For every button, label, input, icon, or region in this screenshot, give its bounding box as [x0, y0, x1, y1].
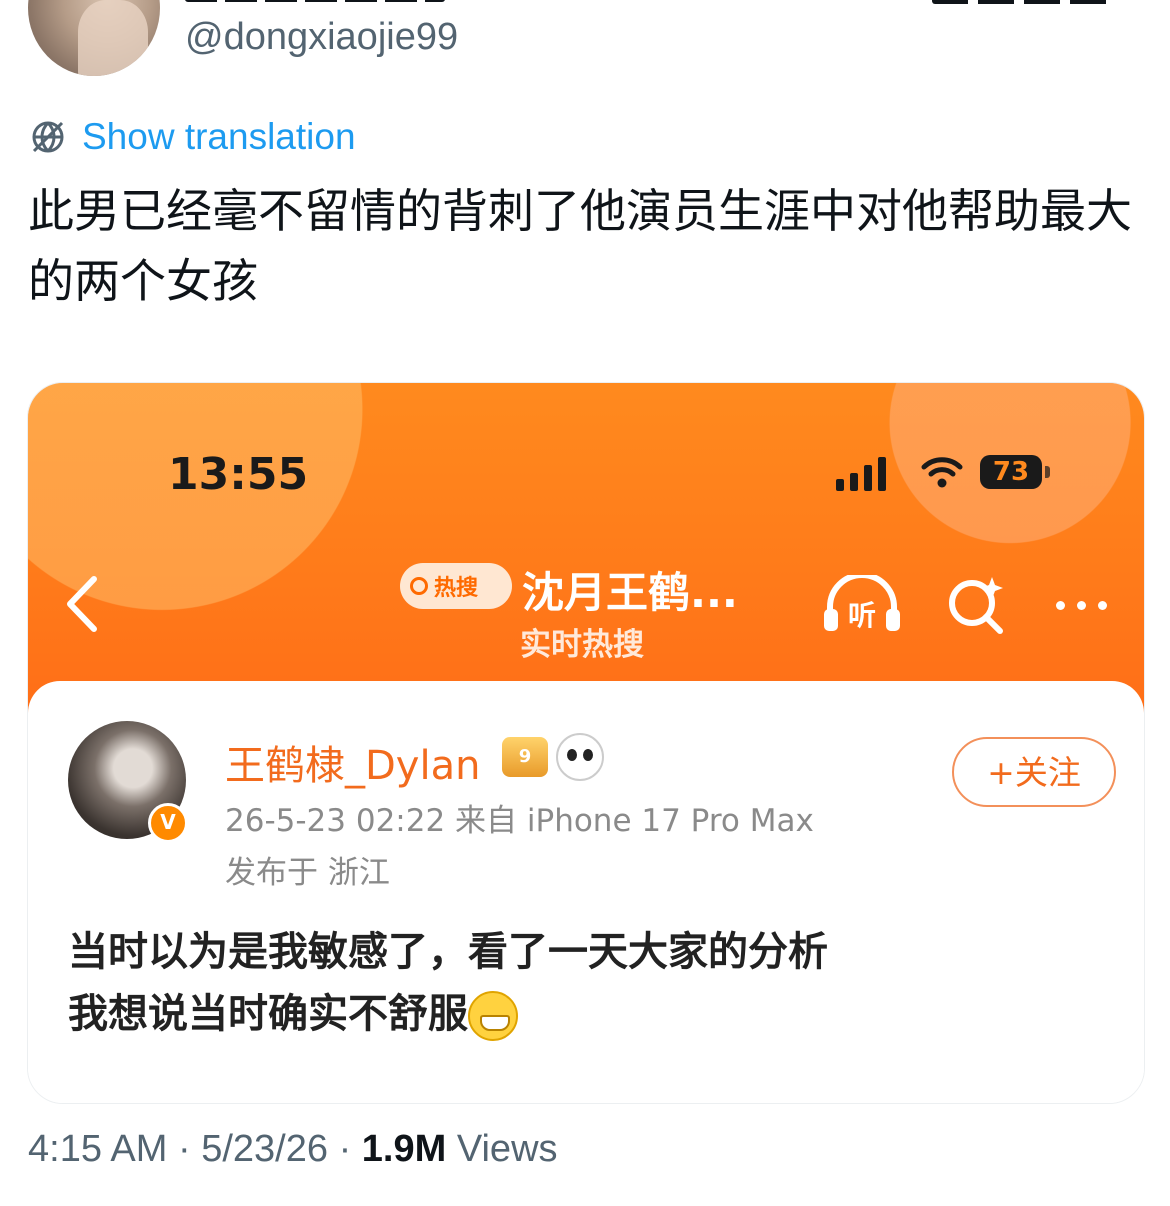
views-count[interactable]: 1.9M	[362, 1128, 446, 1170]
crown-badge-icon: 9	[502, 737, 548, 777]
listen-label: 听	[848, 599, 876, 632]
tweet-media-image[interactable]: 13:55 73 热搜 沈月王鹤... 实时热搜 听 V 王鹤棣_Dylan 9…	[27, 382, 1145, 1104]
post-location: 发布于 浙江	[225, 855, 390, 891]
show-translation-label: Show translation	[82, 116, 356, 157]
battery-indicator: 73	[980, 455, 1050, 489]
back-icon	[67, 576, 97, 632]
translate-icon	[32, 121, 64, 153]
views-label: Views	[456, 1128, 558, 1170]
topic-title: 沈月王鹤...	[522, 568, 738, 617]
separator: ·	[338, 1128, 352, 1170]
show-translation-link[interactable]: Show translation	[28, 116, 356, 158]
post-author-name: 王鹤棣_Dylan	[225, 743, 481, 789]
hot-search-badge-label: 热搜	[434, 576, 479, 601]
panda-badge-icon	[556, 733, 604, 781]
tweet-footer: 4:15 AM · 5/23/26 · 1.9M Views	[28, 1128, 558, 1171]
author-handle[interactable]: @dongxiaojie99	[185, 16, 458, 59]
post-meta: 26-5-23 02:22 来自 iPhone 17 Pro Max	[225, 803, 814, 839]
signal-icon	[836, 457, 886, 491]
tweet-time[interactable]: 4:15 AM	[28, 1128, 167, 1170]
wifi-icon	[921, 457, 963, 488]
grin-emoji-icon	[468, 991, 518, 1041]
post-author-avatar: V	[68, 721, 188, 843]
post-body: 当时以为是我敏感了，看了一天大家的分析 我想说当时确实不舒服	[68, 921, 1028, 1045]
headphones-icon: 听	[824, 575, 900, 632]
verified-badge-icon: V	[148, 803, 188, 843]
follow-button: +关注	[952, 737, 1116, 807]
separator: ·	[177, 1128, 191, 1170]
author-avatar[interactable]	[28, 0, 160, 76]
search-small-icon	[410, 577, 428, 595]
hot-search-badge: 热搜	[400, 563, 512, 609]
status-time: 13:55	[168, 449, 309, 500]
topic-subtitle: 实时热搜	[520, 627, 644, 663]
tweet-date[interactable]: 5/23/26	[201, 1128, 328, 1170]
tweet-text: 此男已经毫不留情的背刺了他演员生涯中对他帮助最大的两个女孩	[28, 184, 1132, 308]
watermark-cropped	[932, 0, 1112, 4]
search-sparkle-icon	[949, 577, 1003, 634]
post-body-line1: 当时以为是我敏感了，看了一天大家的分析	[68, 929, 828, 975]
post-body-line2: 我想说当时确实不舒服	[68, 991, 468, 1037]
author-display-name-cropped[interactable]	[185, 0, 485, 2]
post-body-line2-wrap: 我想说当时确实不舒服	[68, 983, 1028, 1045]
more-icon	[1056, 601, 1107, 610]
